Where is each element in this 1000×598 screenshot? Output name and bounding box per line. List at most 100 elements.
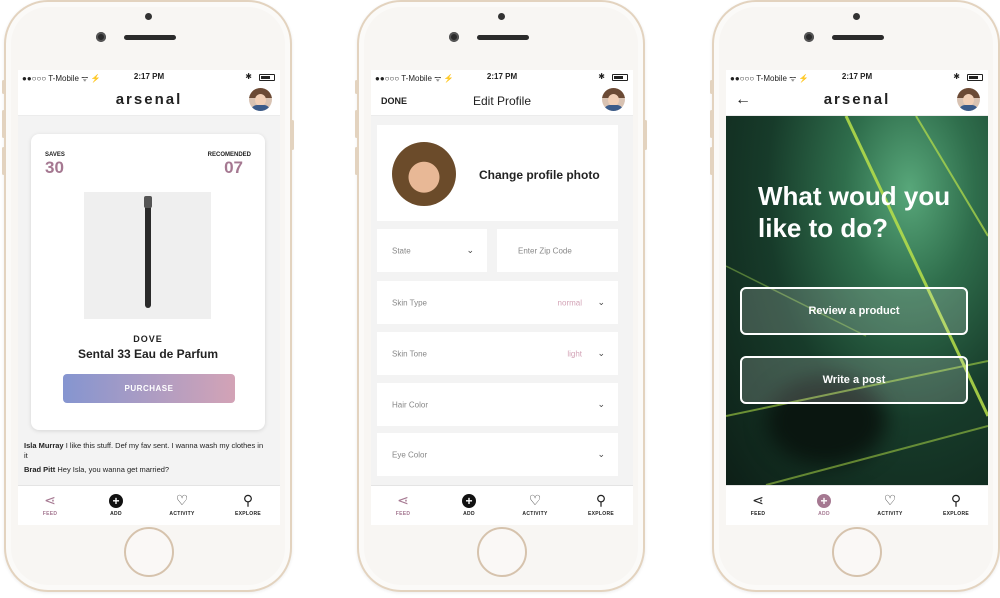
field-value: light — [567, 349, 582, 358]
change-photo-link[interactable]: Change profile photo — [479, 168, 600, 182]
tab-activity[interactable]: ♡ ACTIVITY — [860, 491, 920, 517]
comment-text: Hey Isla, you wanna get married? — [57, 465, 170, 474]
profile-photo[interactable] — [392, 142, 456, 206]
tab-explore[interactable]: ⚲ EXPLORE — [926, 491, 986, 517]
earpiece-speaker — [124, 35, 176, 40]
field-label: Skin Type — [392, 298, 427, 307]
battery-icon — [612, 74, 628, 81]
recommended-count: 07 — [224, 158, 243, 177]
status-time: 2:17 PM — [486, 72, 518, 81]
status-bar: ●●○○○ T-Mobile ᯤ ⚡ 2:17 PM ✱ — [371, 70, 633, 84]
tab-label: EXPLORE — [235, 511, 261, 517]
tab-label: ADD — [818, 511, 830, 517]
tab-label: ADD — [110, 511, 122, 517]
app-logo: arsenal — [823, 91, 891, 108]
chevron-down-icon: ⌄ — [597, 448, 605, 459]
product-name: Sental 33 Eau de Parfum — [77, 347, 219, 361]
page-title: Edit Profile — [472, 94, 532, 108]
state-label: State — [392, 246, 411, 255]
tab-add[interactable]: + ADD — [794, 491, 854, 517]
status-time: 2:17 PM — [133, 72, 165, 81]
tab-activity[interactable]: ♡ ACTIVITY — [152, 491, 212, 517]
status-time: 2:17 PM — [841, 72, 873, 81]
bluetooth-icon: ✱ — [245, 72, 252, 81]
comment-item: Isla Murray I like this stuff. Def my fa… — [24, 441, 264, 461]
comment-author[interactable]: Isla Murray — [24, 441, 64, 450]
tab-activity[interactable]: ♡ ACTIVITY — [505, 491, 565, 517]
action-question: What woud you like to do? — [758, 181, 951, 243]
search-icon: ⚲ — [242, 492, 254, 508]
tab-bar: ⋖ FEED + ADD ♡ ACTIVITY ⚲ EXPLORE — [726, 485, 988, 525]
avatar[interactable] — [249, 88, 272, 111]
battery-icon — [967, 74, 983, 81]
power-button — [644, 120, 647, 150]
phone-frame-action: ●●○○○ T-Mobile ᯤ ⚡ 2:17 PM ✱ ← arsenal W… — [710, 0, 1000, 592]
action-screen: ●●○○○ T-Mobile ᯤ ⚡ 2:17 PM ✱ ← arsenal W… — [726, 70, 988, 525]
tab-label: FEED — [750, 511, 766, 517]
comment-item: Brad Pitt Hey Isla, you wanna get marrie… — [24, 465, 264, 475]
tab-add[interactable]: + ADD — [439, 491, 499, 517]
hair-color-select[interactable]: Hair Color ⌄ — [377, 383, 618, 426]
chevron-down-icon: ⌄ — [597, 347, 605, 358]
skin-tone-select[interactable]: Skin Tone light ⌄ — [377, 332, 618, 375]
volume-down-button — [2, 147, 5, 175]
tab-label: ACTIVITY — [522, 511, 548, 517]
comment-author[interactable]: Brad Pitt — [24, 465, 55, 474]
purchase-button[interactable]: PURCHASE — [63, 374, 235, 403]
phone-frame-feed: ●●○○○ T-Mobile ᯤ ⚡ 2:17 PM ✱ arsenal SAV… — [2, 0, 294, 592]
front-camera — [96, 32, 106, 42]
product-card[interactable]: SAVES 30 RECOMENDED 07 DOVE Sental 33 Ea… — [31, 134, 265, 430]
zip-code-field[interactable]: Enter Zip Code — [497, 229, 618, 272]
mute-switch — [355, 80, 358, 94]
feed-icon: ⋖ — [397, 492, 409, 508]
field-label: Skin Tone — [392, 349, 427, 358]
tab-explore[interactable]: ⚲ EXPLORE — [571, 491, 631, 517]
top-sensor — [853, 13, 860, 20]
avatar[interactable] — [602, 88, 625, 111]
feed-icon: ⋖ — [44, 492, 56, 508]
volume-up-button — [355, 110, 358, 138]
bluetooth-icon: ✱ — [598, 72, 605, 81]
power-button — [291, 120, 294, 150]
heart-icon: ♡ — [528, 492, 542, 508]
write-post-button[interactable]: Write a post — [740, 356, 968, 404]
state-select[interactable]: State ⌄ — [377, 229, 487, 272]
status-bar: ●●○○○ T-Mobile ᯤ ⚡ 2:17 PM ✱ — [18, 70, 280, 84]
feed-content: SAVES 30 RECOMENDED 07 DOVE Sental 33 Ea… — [18, 116, 280, 485]
profile-photo-section[interactable]: Change profile photo — [377, 125, 618, 221]
tab-feed[interactable]: ⋖ FEED — [373, 491, 433, 517]
volume-down-button — [710, 147, 713, 175]
app-header: ← arsenal — [726, 84, 988, 116]
home-button[interactable] — [477, 527, 527, 577]
search-icon: ⚲ — [595, 492, 607, 508]
front-camera — [804, 32, 814, 42]
add-icon: + — [794, 491, 854, 509]
tab-feed[interactable]: ⋖ FEED — [20, 491, 80, 517]
review-product-button[interactable]: Review a product — [740, 287, 968, 335]
avatar[interactable] — [957, 88, 980, 111]
earpiece-speaker — [477, 35, 529, 40]
front-camera — [449, 32, 459, 42]
chevron-down-icon: ⌄ — [597, 398, 605, 409]
home-button[interactable] — [124, 527, 174, 577]
saves-count: 30 — [45, 158, 64, 177]
tab-explore[interactable]: ⚲ EXPLORE — [218, 491, 278, 517]
mute-switch — [710, 80, 713, 94]
chevron-down-icon: ⌄ — [597, 296, 605, 307]
tab-bar: ⋖ FEED + ADD ♡ ACTIVITY ⚲ EXPLORE — [371, 485, 633, 525]
heart-icon: ♡ — [175, 492, 189, 508]
top-sensor — [145, 13, 152, 20]
heart-icon: ♡ — [883, 492, 897, 508]
mute-switch — [2, 80, 5, 94]
home-button[interactable] — [832, 527, 882, 577]
zip-code-placeholder: Enter Zip Code — [518, 246, 572, 255]
tab-add[interactable]: + ADD — [86, 491, 146, 517]
eye-color-select[interactable]: Eye Color ⌄ — [377, 433, 618, 476]
tab-feed[interactable]: ⋖ FEED — [728, 491, 788, 517]
edit-profile-screen: ●●○○○ T-Mobile ᯤ ⚡ 2:17 PM ✱ DONE Edit P… — [371, 70, 633, 525]
volume-up-button — [2, 110, 5, 138]
tab-label: ACTIVITY — [169, 511, 195, 517]
bluetooth-icon: ✱ — [953, 72, 960, 81]
feed-screen: ●●○○○ T-Mobile ᯤ ⚡ 2:17 PM ✱ arsenal SAV… — [18, 70, 280, 525]
skin-type-select[interactable]: Skin Type normal ⌄ — [377, 281, 618, 324]
